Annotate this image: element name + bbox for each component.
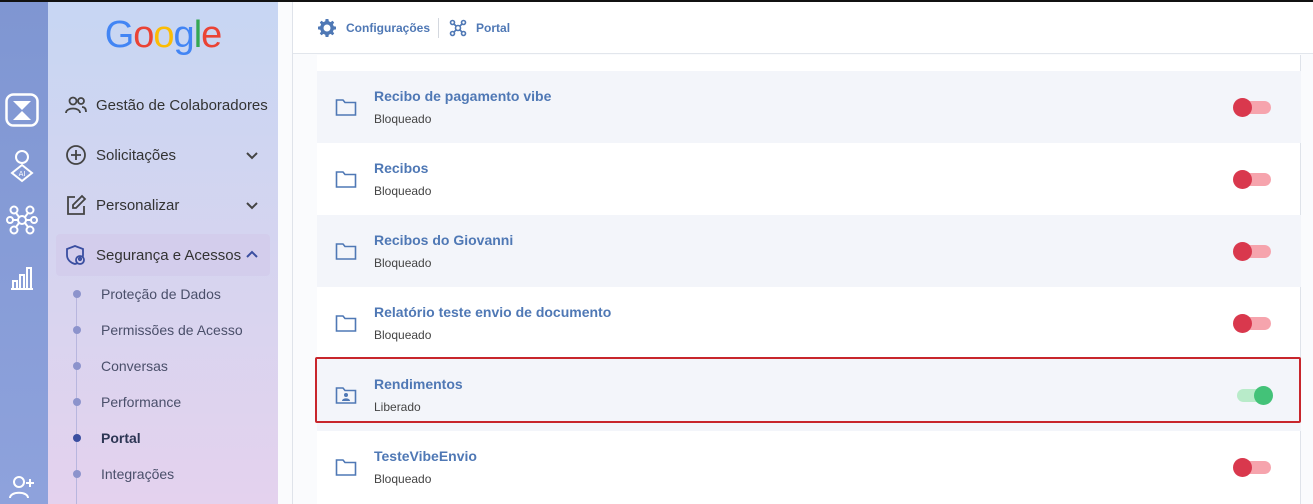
ai-user-icon[interactable]: AI — [4, 148, 40, 184]
breadcrumb-label: Configurações — [346, 20, 431, 35]
breadcrumb: Configurações Portal — [293, 2, 1313, 54]
submenu-item-performance[interactable]: Performance — [73, 384, 182, 420]
folder-icon — [335, 243, 357, 260]
access-toggle[interactable] — [1233, 314, 1273, 333]
window-top-border — [0, 0, 1313, 2]
submenu-item-permissoes-acesso[interactable]: Permissões de Acesso — [73, 312, 243, 348]
folder-icon — [335, 99, 357, 116]
edit-icon — [64, 193, 88, 217]
logo-letter: g — [173, 14, 195, 56]
logo-letter: l — [193, 14, 203, 56]
submenu-item-protecao-dados[interactable]: Proteção de Dados — [73, 276, 221, 312]
breadcrumb-portal[interactable]: Portal — [449, 19, 510, 37]
network-icon[interactable] — [4, 202, 40, 238]
breadcrumb-label: Portal — [476, 20, 511, 35]
folder-row[interactable]: Recibos do Giovanni Bloqueado — [317, 215, 1301, 287]
bullet-dot — [73, 326, 81, 334]
main-divider — [292, 2, 293, 504]
icon-rail: AI — [0, 0, 48, 504]
plus-circle-icon — [64, 143, 88, 167]
folder-title: TesteVibeEnvio — [374, 448, 477, 464]
chevron-down-icon[interactable] — [244, 197, 260, 213]
logo-letter: e — [201, 14, 222, 56]
folder-title: Recibos — [374, 160, 429, 176]
sidebar: Google Gestão de Colaboradores Solicitaç… — [48, 0, 278, 504]
access-toggle[interactable] — [1233, 98, 1273, 117]
shield-user-icon — [64, 243, 88, 267]
highlight-box — [315, 357, 1301, 423]
bullet-dot — [73, 362, 81, 370]
folder-status: Bloqueado — [374, 256, 432, 270]
submenu-label: Integrações — [101, 466, 175, 482]
folder-title: Recibo de pagamento vibe — [374, 88, 552, 104]
folder-row[interactable]: Recibo de pagamento vibe Bloqueado — [317, 71, 1301, 143]
folder-title: Relatório teste envio de documento — [374, 304, 612, 320]
bullet-dot — [73, 398, 81, 406]
chevron-up-icon[interactable] — [244, 247, 260, 263]
logo-letter: G — [104, 14, 135, 56]
submenu-label: Performance — [101, 394, 182, 410]
logo-letter: o — [133, 14, 154, 56]
folder-icon — [335, 171, 357, 188]
folder-row[interactable]: TesteVibeEnvio Bloqueado — [317, 431, 1301, 503]
breadcrumb-separator — [438, 17, 440, 38]
bullet-dot — [73, 290, 81, 298]
menu-item-seguranca-acessos[interactable]: Segurança e Acessos — [56, 234, 270, 276]
bullet-dot — [73, 470, 81, 478]
folder-row[interactable]: Relatório teste envio de documento Bloqu… — [317, 287, 1301, 359]
menu-item-label: Segurança e Acessos — [96, 246, 242, 264]
access-toggle[interactable] — [1233, 458, 1273, 477]
menu-item-solicitacoes[interactable]: Solicitações — [56, 134, 270, 176]
submenu-label: Proteção de Dados — [101, 286, 221, 302]
submenu-item-portal[interactable]: Portal — [73, 420, 141, 456]
hourglass-app-icon[interactable] — [4, 92, 40, 128]
folder-status: Bloqueado — [374, 184, 432, 198]
google-logo[interactable]: Google — [48, 14, 278, 57]
folder-row[interactable]: Recibos Bloqueado — [317, 143, 1301, 215]
menu-item-personalizar[interactable]: Personalizar — [56, 184, 270, 226]
access-toggle[interactable] — [1233, 170, 1273, 189]
submenu-label: Conversas — [101, 358, 168, 374]
bar-chart-icon[interactable] — [4, 260, 40, 296]
chevron-down-icon[interactable] — [244, 147, 260, 163]
submenu-item-conversas[interactable]: Conversas — [73, 348, 168, 384]
access-toggle[interactable] — [1233, 242, 1273, 261]
nodes-icon — [449, 19, 467, 36]
folder-status: Bloqueado — [374, 472, 432, 486]
folder-status: Bloqueado — [374, 328, 432, 342]
menu-item-label: Solicitações — [96, 146, 177, 164]
gear-icon — [318, 18, 336, 37]
svg-text:AI: AI — [19, 170, 26, 178]
add-user-icon[interactable] — [4, 468, 40, 504]
folder-icon — [335, 459, 357, 476]
folder-title: Recibos do Giovanni — [374, 232, 514, 248]
submenu-label: Portal — [101, 430, 141, 446]
folder-icon — [335, 315, 357, 332]
breadcrumb-configuracoes[interactable]: Configurações — [317, 18, 430, 38]
menu-item-label: Gestão de Colaboradores — [96, 96, 268, 114]
menu-item-label: Personalizar — [96, 196, 180, 214]
folder-status: Bloqueado — [374, 112, 432, 126]
menu-item-gestao-colaboradores[interactable]: Gestão de Colaboradores — [56, 84, 270, 126]
people-icon — [64, 93, 88, 117]
logo-letter: o — [153, 14, 174, 56]
submenu-item-integracoes[interactable]: Integrações — [73, 456, 175, 492]
submenu-label: Permissões de Acesso — [101, 322, 243, 338]
bullet-dot — [73, 434, 81, 442]
